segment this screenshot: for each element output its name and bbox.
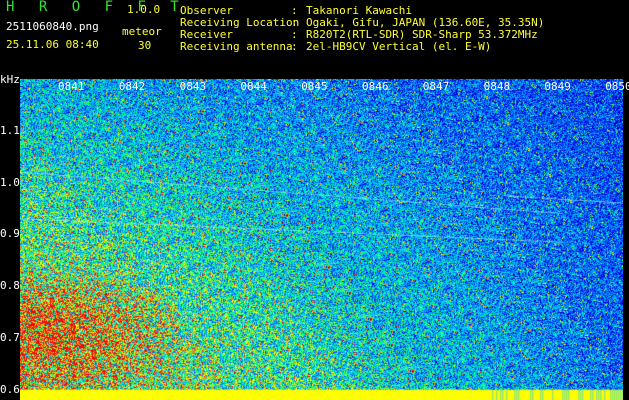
x-tick-label: 0844 [240, 80, 267, 93]
spectrogram-window: H R O F F T 1.0.0 2511060840.png meteor … [0, 0, 629, 400]
x-tick-label: 0849 [544, 80, 571, 93]
x-tick-label: 0850 [605, 80, 629, 93]
file-name: 2511060840.png [6, 20, 99, 33]
antenna-key: Receiving antenna [180, 40, 293, 53]
date-time: 25.11.06 08:40 [6, 38, 99, 51]
antenna-sep: : [291, 40, 298, 53]
y-tick-label: 0.8 [0, 279, 20, 293]
spectrogram-canvas [20, 79, 623, 400]
y-tick-label: 1.1 [0, 123, 20, 137]
x-tick-label: 0842 [118, 80, 146, 93]
mode-label: meteor [122, 25, 162, 38]
x-tick-label: 0847 [422, 80, 450, 93]
antenna-value: 2el-HB9CV Vertical (el. E-W) [306, 40, 492, 53]
app-version: 1.0.0 [127, 3, 161, 16]
count-value: 30 [138, 39, 152, 52]
y-tick-label: 0.6 [0, 382, 20, 396]
x-tick-label: 0848 [483, 80, 511, 93]
spectrogram-plot [20, 79, 623, 400]
y-tick-label: 1.0 [0, 175, 20, 189]
y-tick-label: 0.7 [0, 330, 20, 344]
x-tick-label: 0846 [362, 80, 389, 93]
x-tick-label: 0841 [58, 80, 85, 93]
y-tick-label: 0.9 [0, 227, 20, 241]
y-axis-unit: kHz [0, 73, 20, 86]
x-tick-label: 0845 [301, 80, 328, 93]
x-tick-label: 0843 [179, 80, 207, 93]
